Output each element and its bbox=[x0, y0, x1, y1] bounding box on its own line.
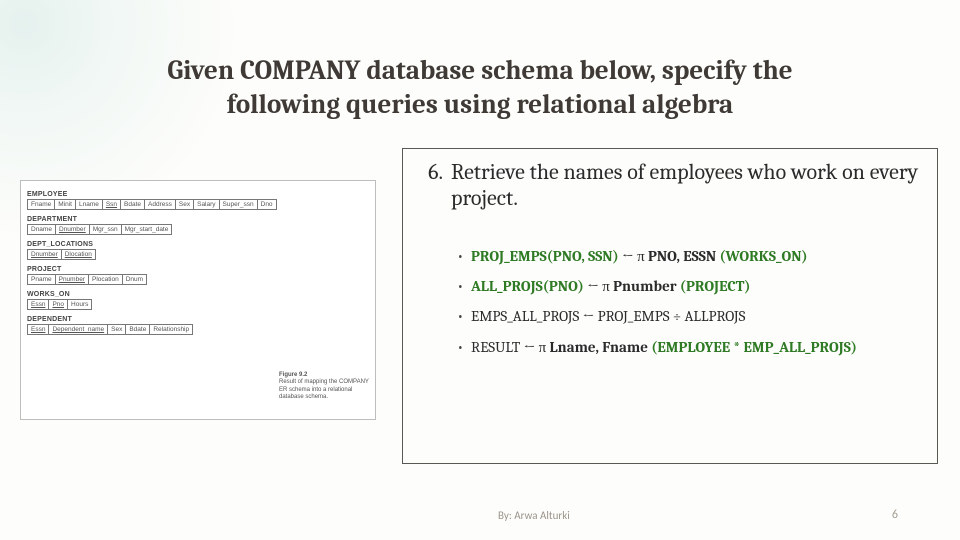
schema-dependent-row: Essn Dependent_name Sex Bdate Relationsh… bbox=[27, 324, 193, 335]
relational-algebra-list: • PROJ_EMPS(PNO, SSN) ← π PNO, ESSN (WOR… bbox=[413, 246, 919, 357]
schema-workson-label: WORKS_ON bbox=[27, 291, 369, 298]
footer-author: By: Arwa Alturki bbox=[498, 509, 570, 522]
schema-diagram: EMPLOYEE Fname Minit Lname Ssn Bdate Add… bbox=[20, 180, 376, 420]
ra-line-2: • ALL_PROJS(PNO) ← π Pnumber (PROJECT) bbox=[457, 276, 919, 296]
ra-line-4: • RESULT ← π Lname, Fname (EMPLOYEE * EM… bbox=[457, 337, 919, 357]
schema-department-label: DEPARTMENT bbox=[27, 216, 369, 223]
ra-line-1: • PROJ_EMPS(PNO, SSN) ← π PNO, ESSN (WOR… bbox=[457, 246, 919, 266]
schema-deptloc-row: Dnumber Dlocation bbox=[27, 249, 96, 260]
bullet-icon: • bbox=[457, 276, 471, 296]
question-text: Retrieve the names of employees who work… bbox=[451, 159, 919, 212]
schema-department-row: Dname Dnumber Mgr_ssn Mgr_start_date bbox=[27, 224, 172, 235]
figure-caption: Figure 9.2 Result of mapping the COMPANY… bbox=[279, 372, 369, 401]
footer-page-number: 6 bbox=[892, 508, 898, 522]
schema-workson-row: Essn Pno Hours bbox=[27, 299, 92, 310]
bullet-icon: • bbox=[457, 246, 471, 266]
schema-dependent-label: DEPENDENT bbox=[27, 316, 369, 323]
slide-title: Given COMPANY database schema below, spe… bbox=[80, 54, 880, 122]
schema-employee-label: EMPLOYEE bbox=[27, 191, 369, 198]
ra-line-3: • EMPS_ALL_PROJS ← PROJ_EMPS ÷ ALLPROJS bbox=[457, 306, 919, 326]
question-panel: 6. Retrieve the names of employees who w… bbox=[402, 148, 938, 464]
question-number: 6. bbox=[413, 159, 451, 212]
title-line-2: following queries using relational algeb… bbox=[227, 89, 733, 120]
question-row: 6. Retrieve the names of employees who w… bbox=[413, 159, 919, 212]
bullet-icon: • bbox=[457, 306, 471, 326]
schema-project-label: PROJECT bbox=[27, 266, 369, 273]
bullet-icon: • bbox=[457, 337, 471, 357]
schema-project-row: Pname Pnumber Plocation Dnum bbox=[27, 274, 147, 285]
schema-deptloc-label: DEPT_LOCATIONS bbox=[27, 241, 369, 248]
schema-employee-row: Fname Minit Lname Ssn Bdate Address Sex … bbox=[27, 199, 277, 210]
title-line-1: Given COMPANY database schema below, spe… bbox=[167, 55, 792, 86]
